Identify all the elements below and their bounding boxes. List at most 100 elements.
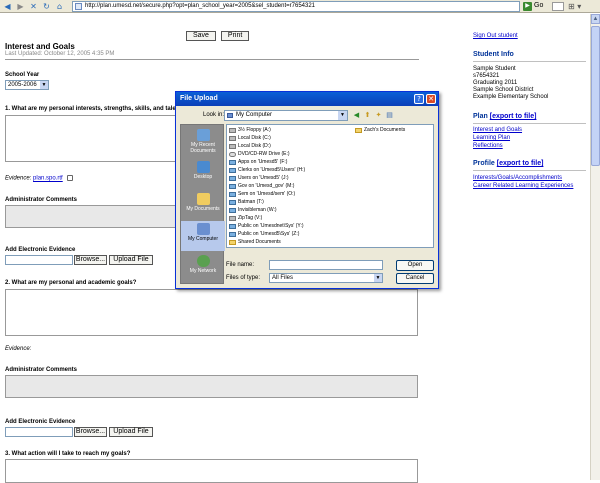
disk-icon (229, 144, 236, 149)
place-label: My Documents (186, 206, 220, 212)
address-text: http://plan.umesd.net/secure.php?opt=pla… (85, 3, 316, 9)
item-label: Gov on 'Umesd_gov' (M:) (238, 183, 295, 189)
item-label: Batman (T:) (238, 199, 264, 205)
answer-2-textarea[interactable] (5, 289, 418, 336)
upload-file-button[interactable]: Upload File (109, 255, 153, 265)
profile-export-link[interactable]: [export to file] (497, 160, 544, 167)
list-item[interactable]: Invisibleman (W:) (229, 207, 277, 214)
address-bar[interactable]: http://plan.umesd.net/secure.php?opt=pla… (72, 1, 520, 12)
list-item[interactable]: Sem on 'Umesd/sem' (O:) (229, 191, 295, 198)
place-my-computer[interactable]: My Computer (181, 221, 225, 251)
sidebar-item-interests-goals-accomplishments[interactable]: Interests/Goals/Accomplishments (473, 175, 562, 181)
evidence-label: Evidence: (5, 175, 32, 182)
student-line: Example Elementary School (473, 94, 549, 100)
close-icon[interactable]: ✕ (426, 94, 436, 104)
home-icon[interactable]: ⌂ (54, 1, 65, 12)
browse-2-button[interactable]: Browse... (74, 427, 107, 437)
place-my-network[interactable]: My Network (181, 253, 225, 283)
back-arrow-icon[interactable]: ◀ (2, 1, 13, 12)
sidebar-item-learning-plan[interactable]: Learning Plan (473, 135, 510, 141)
go-button[interactable]: Go (534, 2, 543, 9)
look-in-select[interactable]: My Computer ▼ (224, 110, 348, 121)
item-label: Apps on 'Umesd5' (F:) (238, 159, 288, 165)
toolbar-search-box[interactable] (552, 2, 564, 11)
recent-documents-icon (196, 129, 210, 141)
file-list[interactable]: 3½ Floppy (A:) Local Disk (C:) Local Dis… (226, 124, 434, 248)
item-label: Invisibleman (W:) (238, 207, 277, 213)
list-item[interactable]: Public on 'Umesdnet\Sys' (Y:) (229, 223, 304, 230)
up-folder-icon[interactable]: ⬆ (363, 111, 372, 120)
profile-heading: Profile [export to file] (473, 160, 543, 167)
scroll-up-icon[interactable]: ▲ (591, 14, 600, 24)
place-my-documents[interactable]: My Documents (181, 191, 225, 221)
school-year-label: School Year (5, 72, 40, 78)
item-label: Public on 'Umesdnet\Sys' (Y:) (238, 223, 304, 229)
page-icon (75, 3, 82, 10)
list-item[interactable]: Public on 'Umesd5\Sys' (Z:) (229, 231, 299, 238)
evidence-row: Evidence: plan.spo.rtf (5, 175, 74, 182)
student-line: Graduating 2011 (473, 80, 518, 86)
open-button[interactable]: Open (396, 260, 434, 271)
view-menu-icon[interactable]: ▤ (385, 111, 394, 120)
back-icon[interactable]: ◀ (352, 111, 361, 120)
new-folder-icon[interactable]: ✦ (374, 111, 383, 120)
list-item[interactable]: Clerks on 'Umesd5\Users' (H:) (229, 167, 305, 174)
page-scrollbar[interactable]: ▲ (590, 14, 600, 480)
list-item[interactable]: Local Disk (C:) (229, 135, 271, 142)
list-item[interactable]: Apps on 'Umesd5' (F:) (229, 159, 287, 166)
network-icon (196, 255, 210, 267)
plan-export-link[interactable]: [export to file] (490, 113, 537, 120)
list-item[interactable]: Batman (T:) (229, 199, 264, 206)
network-drive-icon (229, 176, 236, 181)
item-label: Clerks on 'Umesd5\Users' (H:) (238, 167, 306, 173)
folder-icon (196, 193, 210, 205)
sign-out-link[interactable]: Sign Out student (473, 33, 518, 39)
file-path-input[interactable] (5, 255, 73, 265)
list-item[interactable]: ZipTag (V:) (229, 215, 262, 222)
place-desktop[interactable]: Desktop (181, 159, 225, 189)
add-evidence-label: Add Electronic Evidence (5, 247, 76, 253)
delete-file-icon[interactable] (67, 175, 74, 181)
refresh-icon[interactable]: ↻ (41, 1, 52, 12)
list-item[interactable]: Gov on 'Umesd_gov' (M:) (229, 183, 294, 190)
list-item[interactable]: DVD/CD-RW Drive (E:) (229, 151, 290, 158)
go-icon[interactable]: ▶ (523, 2, 532, 11)
disk-icon (229, 136, 236, 141)
forward-arrow-icon[interactable]: ▶ (15, 1, 26, 12)
place-recent[interactable]: My Recent Documents (181, 127, 225, 157)
file-name-input[interactable] (269, 260, 383, 270)
print-button[interactable]: Print (220, 31, 250, 41)
answer-3-textarea[interactable] (5, 459, 418, 483)
upload-file-2-button[interactable]: Upload File (109, 427, 153, 437)
list-item[interactable]: 3½ Floppy (A:) (229, 127, 271, 134)
sidebar-item-career-learning[interactable]: Career Related Learning Experiences (473, 183, 573, 189)
save-button[interactable]: Save (186, 31, 216, 41)
toolbar-menu-icon[interactable]: ⊞ ▾ (568, 2, 596, 11)
list-item[interactable]: Zach's Documents (355, 127, 405, 134)
question-3: 3. What action will I take to reach my g… (5, 451, 131, 457)
question-2: 2. What are my personal and academic goa… (5, 280, 137, 286)
cancel-button[interactable]: Cancel (396, 273, 434, 284)
sidebar-item-reflections[interactable]: Reflections (473, 143, 503, 149)
sidebar-divider (473, 61, 586, 62)
list-item[interactable]: Local Disk (D:) (229, 143, 271, 150)
school-year-select[interactable]: 2005-2006 ▼ (5, 80, 49, 90)
sidebar-item-interest-goals[interactable]: Interest and Goals (473, 127, 522, 133)
folder-icon (229, 240, 236, 245)
browse-button[interactable]: Browse... (74, 255, 107, 265)
plan-heading: Plan [export to file] (473, 113, 536, 120)
list-item[interactable]: Users on 'Umesd5' (J:) (229, 175, 289, 182)
page-title: Interest and Goals (5, 42, 75, 51)
network-drive-icon (229, 208, 236, 213)
file-path-2-input[interactable] (5, 427, 73, 437)
list-item[interactable]: Shared Documents (229, 239, 281, 246)
computer-icon (227, 113, 233, 118)
stop-icon[interactable]: ✕ (28, 1, 39, 12)
top-actions: Save Print (186, 31, 250, 41)
question-1: 1. What are my personal interests, stren… (5, 106, 189, 112)
help-icon[interactable]: ? (414, 94, 424, 104)
evidence-file-link[interactable]: plan.spo.rtf (33, 176, 63, 182)
file-type-select[interactable]: All Files ▼ (269, 273, 383, 283)
scroll-thumb[interactable] (591, 26, 600, 166)
dialog-title: File Upload (176, 92, 438, 106)
